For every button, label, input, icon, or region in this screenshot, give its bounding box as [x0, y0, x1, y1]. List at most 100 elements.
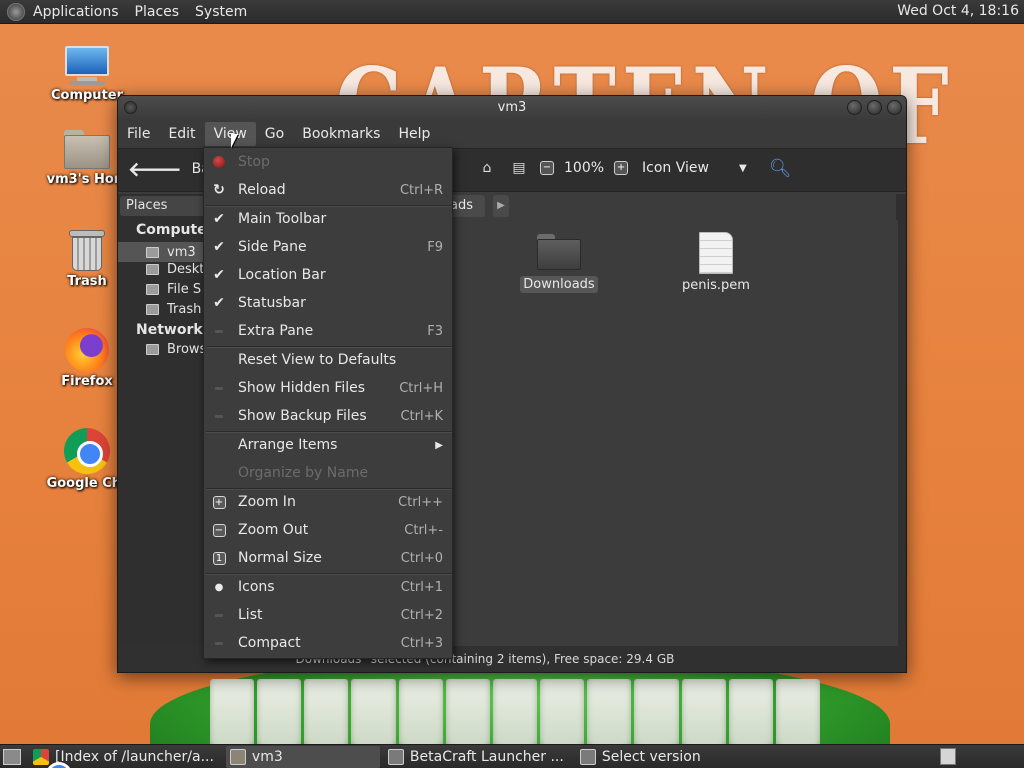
taskbar-item-vm3[interactable]: vm3: [225, 745, 380, 768]
menu-item-compact-view[interactable]: Compact Ctrl+3: [204, 629, 452, 657]
places-menu[interactable]: Places: [135, 4, 180, 20]
menu-bookmarks[interactable]: Bookmarks: [293, 122, 389, 146]
menu-item-zoom-in[interactable]: + Zoom In Ctrl++: [204, 488, 452, 516]
menu-item-main-toolbar[interactable]: ✔ Main Toolbar: [204, 205, 452, 233]
radio-selected-icon: ●: [214, 581, 224, 593]
reload-icon: ↻: [213, 182, 225, 198]
checkmark-icon: ✔: [213, 211, 225, 227]
sidebar-item-trash[interactable]: Trash: [146, 302, 201, 317]
taskbar-item-select-version[interactable]: Select version: [576, 746, 709, 768]
places-header[interactable]: Places: [120, 196, 212, 216]
distro-logo-icon[interactable]: [7, 2, 25, 21]
menu-item-arrange-items[interactable]: Arrange Items ▶: [204, 431, 452, 459]
chevron-down-icon: ▼: [738, 162, 747, 174]
radio-unselected-icon: [215, 613, 223, 617]
java-app-icon: [579, 748, 596, 765]
sidebar-item-label: Trash: [167, 302, 202, 317]
wallpaper-teeth-art: [210, 679, 821, 744]
menu-item-icons-view[interactable]: ● Icons Ctrl+1: [204, 573, 452, 601]
sidebar-section-computer: Computer: [136, 222, 214, 238]
sidebar-item-filesystem[interactable]: File S: [146, 282, 201, 297]
window-title: vm3: [497, 100, 527, 115]
menu-item-side-pane[interactable]: ✔ Side Pane F9: [204, 233, 452, 261]
file-name: Downloads: [520, 276, 598, 293]
zoom-in-icon[interactable]: +: [614, 161, 629, 175]
show-desktop-icon[interactable]: [3, 748, 21, 765]
computer-icon: [63, 46, 111, 86]
view-menu-dropdown: Stop ↻ Reload Ctrl+R ✔ Main Toolbar ✔ Si…: [203, 147, 453, 659]
system-menu[interactable]: System: [195, 4, 247, 20]
java-app-icon: [387, 748, 404, 765]
sidebar-item-browse-network[interactable]: Brows: [146, 342, 206, 357]
network-icon: [146, 344, 159, 355]
zoom-level: 100%: [564, 160, 605, 176]
file-item-downloads[interactable]: Downloads: [514, 234, 604, 293]
menu-file[interactable]: File: [118, 122, 159, 146]
maximize-button[interactable]: [867, 100, 882, 115]
home-folder-icon: [64, 130, 110, 170]
menu-item-zoom-out[interactable]: − Zoom Out Ctrl+-: [204, 516, 452, 544]
home-icon: [146, 246, 159, 258]
checkmark-icon: ✔: [213, 239, 225, 255]
window-titlebar[interactable]: vm3: [118, 96, 906, 120]
checkmark-icon: ✔: [213, 295, 225, 311]
folder-icon: [229, 748, 246, 765]
zoom-in-icon: +: [212, 495, 226, 509]
sidebar-item-desktop[interactable]: Deskt: [146, 262, 204, 277]
search-icon[interactable]: 🔍︎: [769, 158, 792, 179]
stop-icon: [213, 156, 225, 168]
view-mode-label: Icon View: [642, 160, 709, 176]
top-panel: Applications Places System Wed Oct 4, 18…: [0, 0, 1024, 24]
menu-item-stop[interactable]: Stop: [204, 148, 452, 176]
menu-item-location-bar[interactable]: ✔ Location Bar: [204, 261, 452, 289]
document-icon: [699, 232, 733, 274]
sidebar-item-label: File S: [167, 282, 202, 297]
chrome-icon: [64, 428, 110, 474]
menu-item-reset-view[interactable]: Reset View to Defaults: [204, 346, 452, 374]
unchecked-icon: [215, 414, 223, 418]
sidebar-item-vm3[interactable]: vm3: [118, 242, 213, 262]
close-button[interactable]: [887, 100, 902, 115]
computer-icon[interactable]: ▤: [508, 157, 530, 179]
zoom-normal-icon: 1: [212, 551, 226, 565]
menu-item-statusbar[interactable]: ✔ Statusbar: [204, 289, 452, 317]
file-item-pem[interactable]: penis.pem: [671, 232, 761, 293]
drive-icon: [146, 284, 159, 295]
sidebar-item-label: vm3: [167, 244, 196, 260]
clock[interactable]: Wed Oct 4, 18:16: [897, 3, 1019, 19]
minimize-button[interactable]: [847, 100, 862, 115]
folder-icon: [537, 234, 581, 270]
sidebar-item-label: Brows: [167, 342, 207, 357]
workspace-switcher[interactable]: [940, 748, 956, 765]
zoom-out-icon[interactable]: −: [540, 161, 554, 175]
side-pane: Places Computer vm3 Deskt File S Trash N…: [118, 194, 214, 646]
chrome-icon: [33, 748, 72, 768]
trash-icon: [146, 304, 159, 315]
menu-item-show-hidden[interactable]: Show Hidden Files Ctrl+H: [204, 374, 452, 402]
location-crumb-current[interactable]: ads: [448, 195, 485, 217]
menu-edit[interactable]: Edit: [159, 122, 204, 146]
menu-item-extra-pane[interactable]: Extra Pane F3: [204, 317, 452, 345]
menu-item-show-backup[interactable]: Show Backup Files Ctrl+K: [204, 402, 452, 430]
applications-menu[interactable]: Applications: [33, 4, 119, 20]
menu-item-normal-size[interactable]: 1 Normal Size Ctrl+0: [204, 544, 452, 572]
home-icon[interactable]: ⌂: [476, 157, 498, 179]
view-mode-select[interactable]: Icon View ▼: [642, 160, 747, 176]
radio-unselected-icon: [215, 641, 223, 645]
menu-item-reload[interactable]: ↻ Reload Ctrl+R: [204, 176, 452, 204]
firefox-icon: [65, 328, 109, 372]
unchecked-icon: [215, 386, 223, 390]
location-bar: ads ▶: [448, 194, 906, 218]
window-menu-icon[interactable]: [124, 101, 137, 114]
zoom-out-icon: −: [212, 523, 226, 537]
sidebar-section-network: Network: [136, 322, 203, 338]
menu-go[interactable]: Go: [256, 122, 293, 146]
back-arrow-icon: 🡐: [128, 157, 182, 181]
menu-help[interactable]: Help: [389, 122, 439, 146]
taskbar-item-browser[interactable]: [Index of /launcher/a...: [29, 746, 222, 768]
unchecked-icon: [215, 329, 223, 333]
menu-item-list-view[interactable]: List Ctrl+2: [204, 601, 452, 629]
menu-item-organize-by-name[interactable]: Organize by Name: [204, 459, 452, 487]
taskbar-item-betacraft[interactable]: BetaCraft Launcher ...: [384, 746, 572, 768]
chevron-right-icon[interactable]: ▶: [493, 195, 509, 217]
